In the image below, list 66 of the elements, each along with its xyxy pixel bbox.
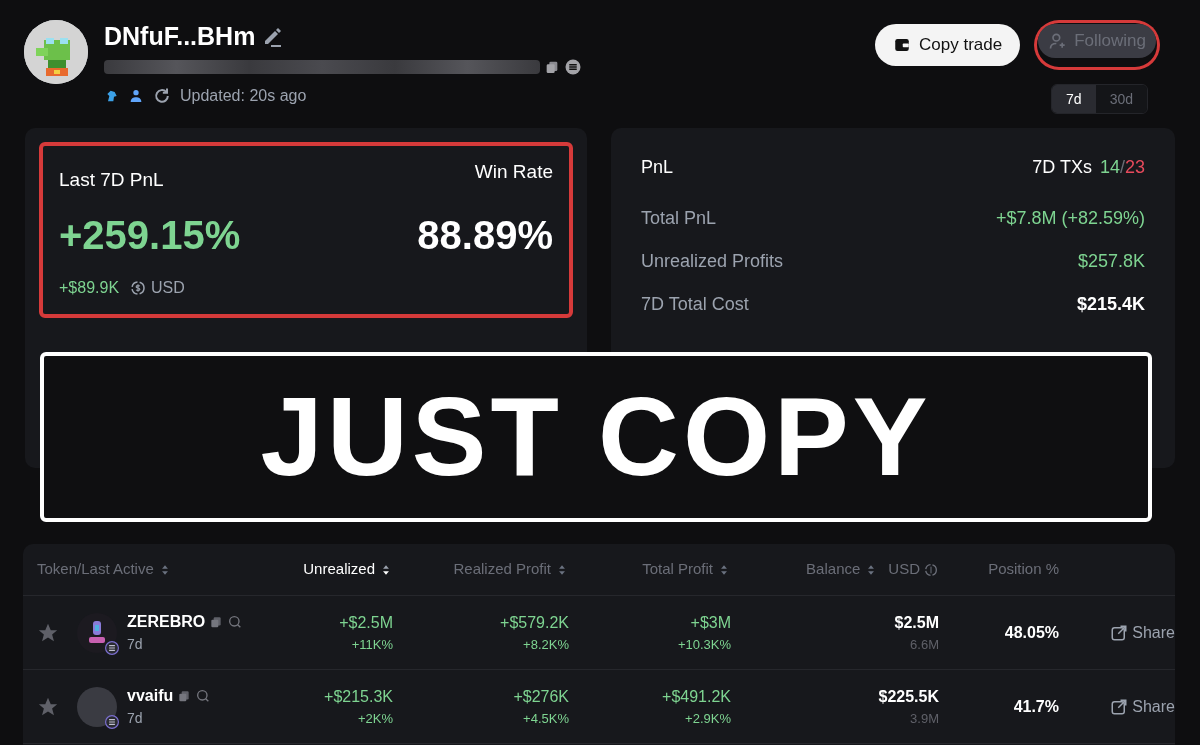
share-icon — [1110, 697, 1129, 716]
table-cell-text: +2K% — [357, 709, 393, 728]
token-name[interactable]: ZEREBRO — [127, 610, 206, 634]
table-cell-text: +$3M — [690, 612, 731, 633]
column-header[interactable]: Unrealized — [303, 558, 393, 581]
stat-value: $215.4K — [1076, 293, 1145, 316]
stat-value: +$7.8M (+82.59%) — [995, 207, 1145, 230]
table-cell-text: $225.5K — [878, 686, 939, 707]
table-cell-text: +4.5K% — [523, 709, 569, 728]
table-cell-text: +$579.2K — [500, 612, 569, 633]
share-button[interactable]: Share — [1110, 620, 1175, 645]
banner-text: JUST COPY — [260, 381, 932, 493]
table-cell-text: +$276K — [513, 686, 569, 707]
profile-name: DNfuF...BHm — [104, 21, 256, 52]
column-header[interactable]: Token/Last Active — [37, 558, 172, 581]
unit-label: USD — [888, 559, 920, 580]
column-header[interactable]: Position % — [988, 558, 1059, 581]
last-active: 7d — [127, 709, 144, 728]
summary-label: Win Rate — [474, 160, 553, 184]
stat-label: Total PnL — [641, 207, 717, 230]
share-icon — [1110, 623, 1129, 642]
pnl-percent: +259.15% — [59, 212, 241, 260]
table-cell-text: 3.9M — [910, 709, 939, 728]
currency-label: USD — [151, 278, 185, 298]
stat-label: Unrealized Profits — [641, 250, 784, 273]
table-cell-text: +10.3K% — [677, 635, 731, 654]
txs-label: 7D TXs — [1032, 156, 1092, 179]
share-button[interactable]: Share — [1110, 694, 1175, 719]
table-cell-text: +$2.5M — [339, 612, 393, 633]
currency-swap-icon — [129, 279, 148, 297]
stat-label: 7D Total Cost — [641, 293, 749, 316]
timeframe-tab[interactable]: 7d — [1052, 85, 1096, 113]
win-rate-value: 88.89% — [417, 212, 553, 260]
menu-icon — [564, 58, 582, 76]
table-cell-text: +2.9K% — [685, 709, 731, 728]
table-cell-text: +11K% — [351, 635, 393, 654]
wallet-icon — [893, 36, 911, 54]
user-icon — [128, 88, 144, 104]
currency-swap-icon — [923, 561, 939, 578]
copy-icon — [177, 689, 192, 703]
pnl-amount: +$89.9K — [59, 278, 120, 298]
summary-label: Last 7D PnL — [59, 168, 164, 192]
table-cell-text: $2.5M — [894, 612, 939, 633]
avatar-placeholder — [77, 686, 117, 727]
copy-icon — [209, 615, 224, 629]
table-cell-text: +$491.2K — [662, 686, 731, 707]
timeframe-tab[interactable]: 30d — [1095, 85, 1147, 113]
chain-badge-icon — [105, 640, 119, 655]
updated-text: Updated: 20s ago — [180, 86, 307, 106]
last-active: 7d — [127, 635, 144, 654]
copy-trade-button[interactable]: Copy trade — [875, 24, 1021, 66]
table-cell-text: +8.2K% — [523, 635, 569, 654]
copy-icon — [544, 59, 560, 75]
chain-badge-icon — [105, 714, 119, 729]
table-cell-text: +$215.3K — [324, 686, 393, 707]
txs-count: 14/23 — [1099, 156, 1145, 179]
column-header[interactable]: Total Profit — [642, 558, 731, 581]
column-header[interactable]: Balance — [806, 558, 879, 581]
token-name[interactable]: vvaifu — [127, 684, 174, 708]
table-cell-text: 48.05% — [1004, 622, 1059, 643]
column-header[interactable]: Realized Profit — [453, 558, 569, 581]
panel-title: PnL — [641, 156, 674, 179]
table-cell-text: 41.7% — [1013, 696, 1059, 717]
table-cell-text: 6.6M — [910, 635, 939, 654]
stat-value: $257.8K — [1077, 250, 1145, 273]
refresh-icon — [152, 86, 172, 106]
